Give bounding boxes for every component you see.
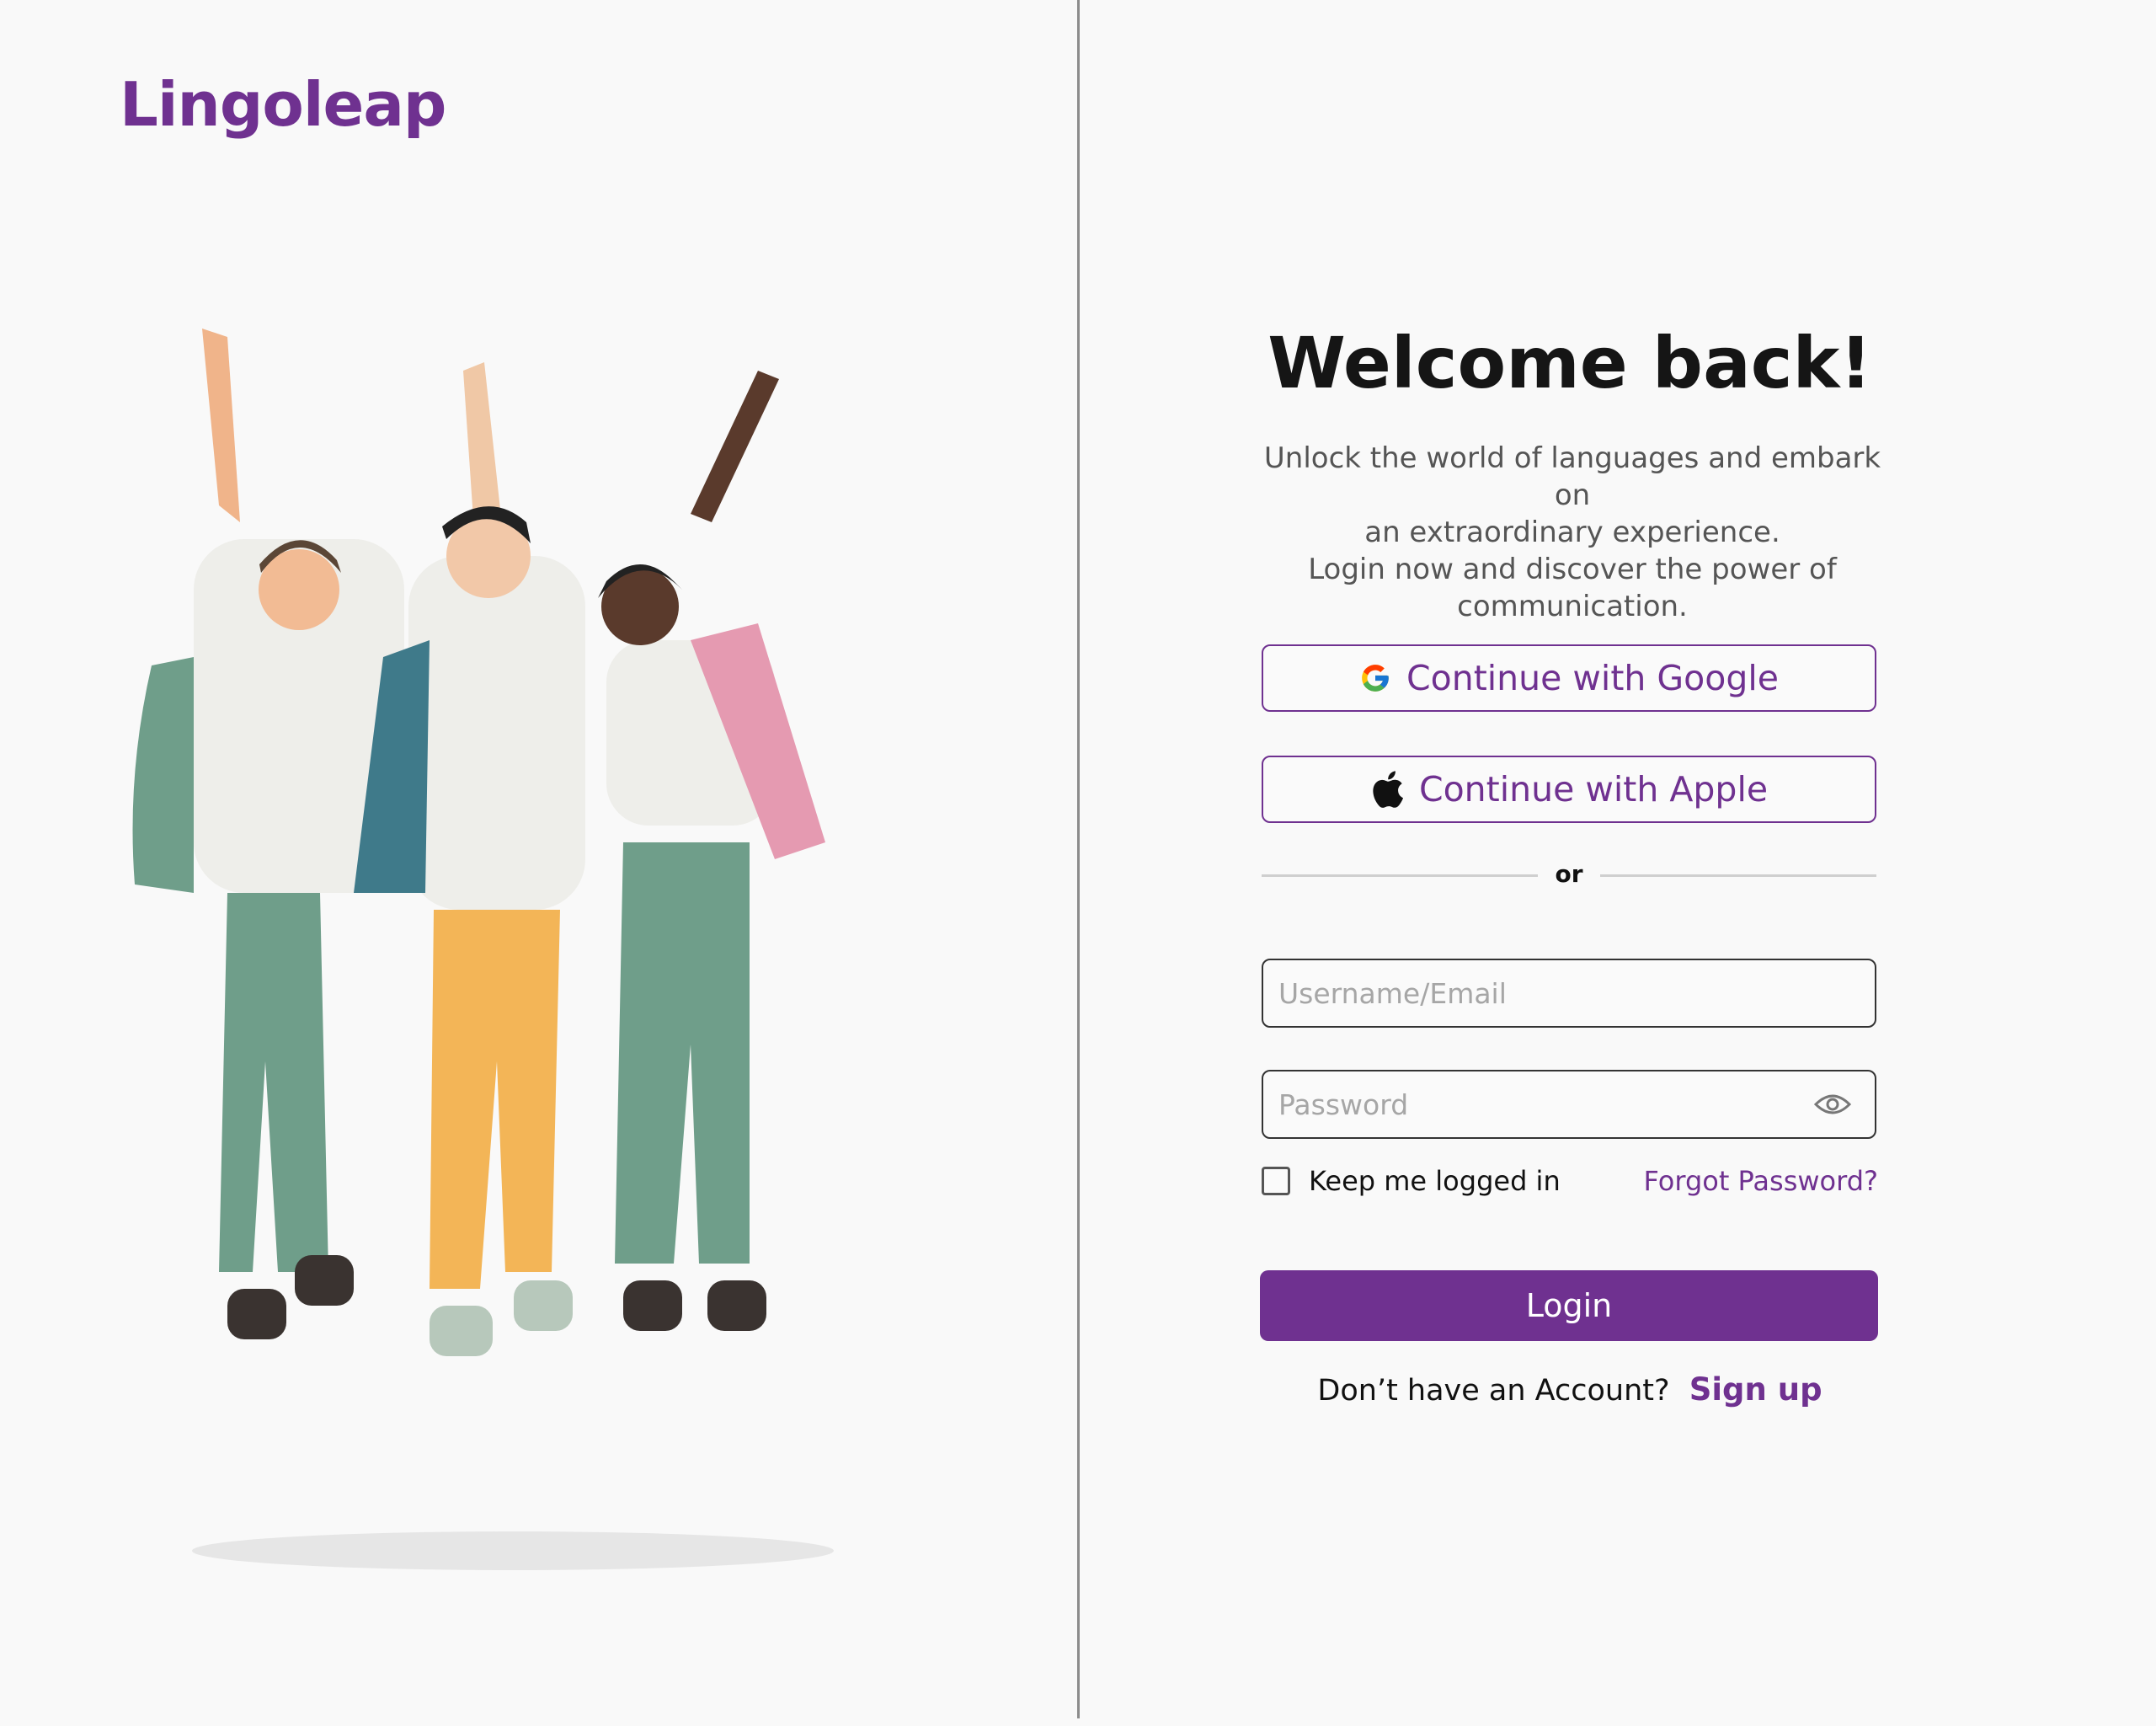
students-jumping-illustration [132, 329, 825, 1356]
sign-up-link[interactable]: Sign up [1689, 1371, 1822, 1408]
page-subtitle: Unlock the world of languages and embark… [1261, 440, 1884, 625]
no-account-text: Don’t have an Account? [1317, 1374, 1670, 1408]
login-button[interactable]: Login [1260, 1270, 1878, 1341]
divider-line [1262, 874, 1538, 877]
subtitle-line: communication. [1457, 590, 1688, 623]
subtitle-line: an extraordinary experience. [1364, 516, 1780, 549]
illustration-panel: Lingoleap [0, 0, 1076, 1726]
brand-logo: Lingoleap [120, 69, 446, 140]
username-email-input[interactable] [1277, 975, 1875, 1011]
google-icon [1359, 662, 1391, 694]
page-title: Welcome back! [1267, 322, 1872, 404]
subtitle-line: Login now and discover the power of [1308, 553, 1837, 586]
password-field-box [1262, 1070, 1876, 1139]
divider-line [1600, 874, 1876, 877]
eye-icon[interactable] [1814, 1092, 1851, 1117]
or-text: or [1555, 860, 1583, 888]
forgot-password-link[interactable]: Forgot Password? [1644, 1165, 1879, 1197]
subtitle-line: Unlock the world of languages and embark… [1263, 441, 1881, 512]
keep-logged-in[interactable]: Keep me logged in [1262, 1165, 1561, 1197]
student-middle-figure [354, 362, 585, 1356]
keep-logged-in-label: Keep me logged in [1309, 1165, 1561, 1197]
student-right-figure [598, 371, 825, 1331]
google-button-label: Continue with Google [1406, 658, 1779, 698]
continue-with-google-button[interactable]: Continue with Google [1262, 644, 1876, 712]
or-divider: or [1262, 858, 1876, 891]
password-input[interactable] [1277, 1087, 1814, 1122]
apple-icon [1370, 770, 1404, 809]
apple-button-label: Continue with Apple [1418, 769, 1769, 810]
keep-logged-in-checkbox[interactable] [1262, 1167, 1290, 1195]
username-field-box [1262, 959, 1876, 1028]
continue-with-apple-button[interactable]: Continue with Apple [1262, 756, 1876, 823]
floor-shadow [192, 1531, 834, 1570]
signup-row: Don’t have an Account? Sign up [1080, 1371, 2060, 1408]
login-options-row: Keep me logged in Forgot Password? [1262, 1162, 1878, 1200]
